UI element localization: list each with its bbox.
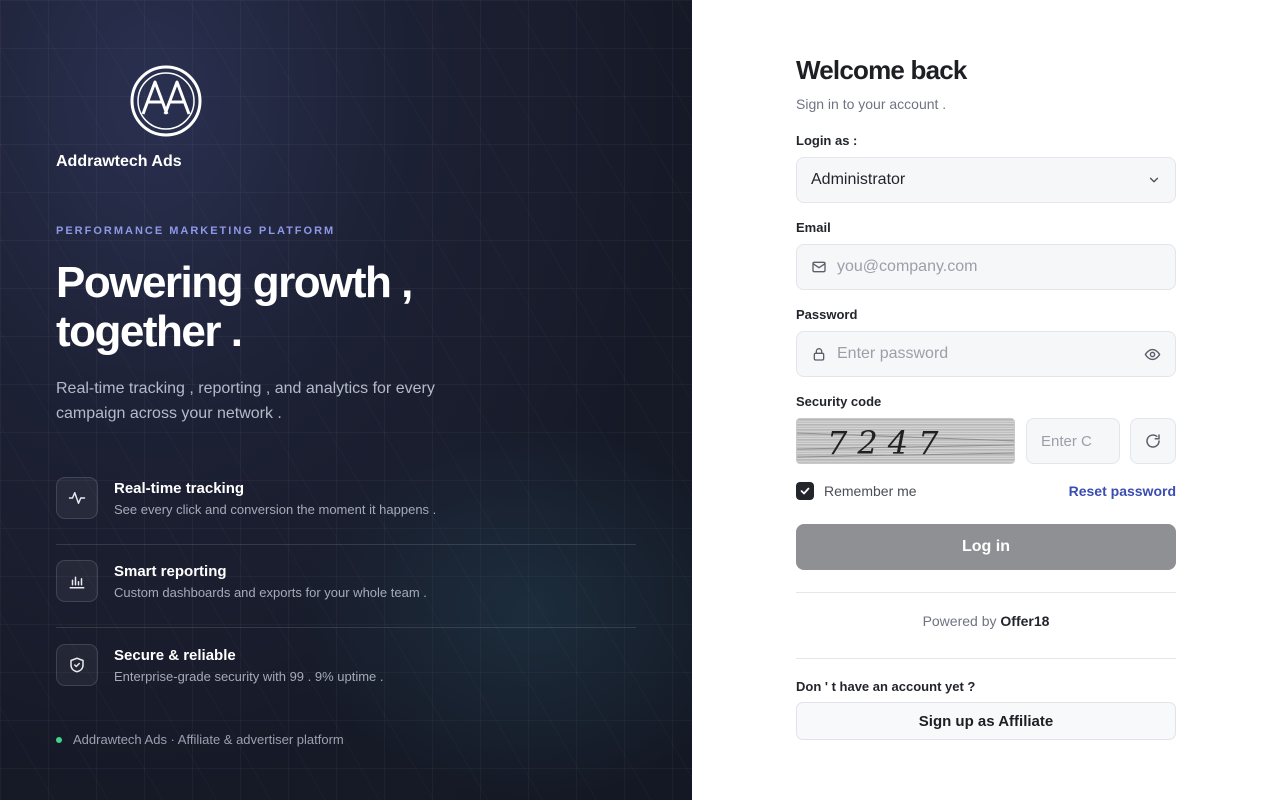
remember-me-checkbox[interactable] (796, 482, 814, 500)
hero-panel: Addrawtech Ads PERFORMANCE MARKETING PLA… (0, 0, 692, 800)
login-as-label: Login as : (796, 133, 858, 148)
status-dot-icon (56, 736, 62, 743)
email-placeholder: you@company.com (837, 258, 978, 275)
feature-title: Real-time tracking (114, 480, 245, 497)
password-placeholder: Enter password (837, 345, 949, 362)
feature-title: Smart reporting (114, 563, 227, 580)
brand-logo (129, 64, 203, 138)
form-subtitle: Sign in to your account . (796, 96, 947, 112)
brand-name: Addrawtech Ads (56, 153, 182, 170)
form-title: Welcome back (796, 55, 967, 85)
hero-footer-text: Addrawtech Ads · Affiliate & advertiser … (73, 732, 344, 747)
login-panel: Welcome back Sign in to your account . L… (692, 0, 1280, 800)
remember-me[interactable]: Remember me (796, 482, 917, 500)
bar-chart-icon (56, 560, 98, 602)
no-account-text: Don ' t have an account yet ? (796, 679, 976, 694)
feature-title: Secure & reliable (114, 647, 236, 664)
powered-by-brand: Offer18 (1000, 613, 1050, 629)
feature-description: See every click and conversion the momen… (114, 502, 437, 517)
feature-item-reporting: Smart reporting Custom dashboards and ex… (56, 560, 636, 628)
hero-footer: Addrawtech Ads · Affiliate & advertiser … (56, 732, 344, 747)
activity-pulse-icon (56, 477, 98, 519)
hero-headline: Powering growth , together . (56, 258, 476, 356)
divider (796, 592, 1176, 593)
feature-description: Enterprise-grade security with 99 . 9% u… (114, 669, 384, 684)
hero-subtitle: Real-time tracking , reporting , and ana… (56, 380, 435, 422)
chevron-down-icon (1149, 177, 1159, 183)
email-label: Email (796, 220, 831, 235)
security-code-label: Security code (796, 394, 882, 409)
security-code-input[interactable]: Enter C (1026, 418, 1120, 464)
feature-item-secure: Secure & reliable Enterprise-grade secur… (56, 644, 636, 712)
password-label: Password (796, 307, 858, 322)
hero-kicker: PERFORMANCE MARKETING PLATFORM (56, 225, 336, 237)
captcha-image: 7247 (796, 418, 1015, 464)
reset-password-link[interactable]: Reset password (1069, 483, 1176, 499)
login-as-select[interactable]: Administrator (796, 157, 1176, 203)
powered-by: Powered by Offer18 (796, 613, 1176, 629)
divider (796, 658, 1176, 659)
mail-icon (812, 261, 826, 273)
shield-check-icon (56, 644, 98, 686)
captcha-text: 7247 (827, 424, 948, 462)
security-code-placeholder: Enter C (1041, 432, 1092, 450)
password-field[interactable]: Enter password (796, 331, 1176, 377)
powered-by-prefix: Powered by (922, 613, 997, 629)
hero-headline-line2: together . (56, 307, 243, 356)
email-field[interactable]: you@company.com (796, 244, 1176, 290)
captcha-refresh-button[interactable] (1130, 418, 1176, 464)
feature-description: Custom dashboards and exports for your w… (114, 585, 427, 600)
check-icon (800, 487, 810, 495)
remember-me-label: Remember me (824, 483, 917, 499)
hero-headline-line1: Powering growth , (56, 258, 413, 307)
refresh-icon (1146, 434, 1160, 448)
login-as-value: Administrator (811, 171, 906, 188)
feature-item-realtime: Real-time tracking See every click and c… (56, 477, 636, 545)
eye-icon[interactable] (1144, 346, 1161, 363)
lock-icon (813, 348, 825, 361)
signup-affiliate-button[interactable]: Sign up as Affiliate (796, 702, 1176, 740)
login-button[interactable]: Log in (796, 524, 1176, 570)
